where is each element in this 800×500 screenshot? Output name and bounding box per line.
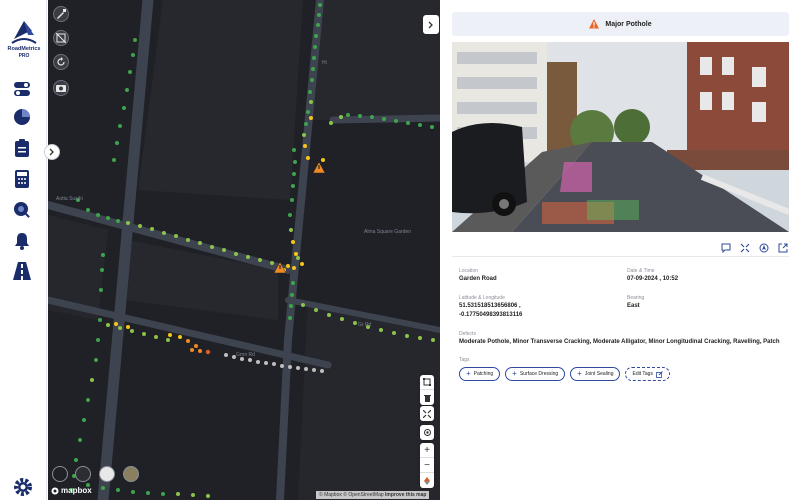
street-label: Grnn Rd [236, 352, 255, 358]
latitude-value: 51.531518513656806 , [459, 303, 521, 309]
brand-name: RoadMetrics [7, 46, 40, 52]
datetime-label: Date & Time [627, 268, 655, 274]
chevron-right-icon [428, 21, 433, 28]
edit-icon [656, 370, 663, 378]
pie-chart-icon[interactable] [11, 106, 33, 128]
tag-surface-dressing[interactable]: + Surface Dressing [505, 367, 566, 381]
bearing-value: East [627, 303, 640, 309]
defect-title: Major Pothole [605, 20, 652, 28]
logo-mark: RoadMetrics [7, 21, 41, 52]
warning-icon [589, 19, 600, 29]
zoom-out-icon[interactable]: − [420, 458, 434, 473]
tag-joint-sealing[interactable]: + Joint Sealing [570, 367, 621, 381]
zoom-controls: + − [420, 443, 434, 488]
location-value: Garden Road [459, 276, 497, 282]
defect-header: Major Pothole [452, 12, 789, 36]
place-label: Alma Square Garden [364, 229, 411, 235]
defect-detail-panel: Major Pothole Location Garden Road Date … [441, 0, 800, 500]
brand-tier: PRO [18, 53, 30, 59]
tags-list: + Patching + Surface Dressing + Joint Seali… [459, 367, 670, 381]
zoom-in-icon[interactable]: + [420, 443, 434, 458]
edit-tags-button[interactable]: Edit Tags [625, 367, 670, 381]
toggle-icon[interactable] [11, 78, 33, 100]
tags-label: Tags [459, 357, 470, 363]
map-search-icon[interactable] [11, 199, 33, 221]
sidebar: RoadMetrics PRO [0, 0, 47, 500]
rotate-icon[interactable] [53, 54, 69, 70]
locate-icon[interactable] [420, 425, 434, 440]
map-style-dark[interactable] [52, 466, 68, 482]
bell-icon[interactable] [11, 230, 33, 252]
mapbox-attribution-link[interactable]: © Mapbox [319, 492, 342, 498]
external-link-icon[interactable] [778, 240, 788, 253]
defect-photo[interactable] [452, 42, 789, 232]
trash-icon[interactable] [420, 390, 434, 405]
mapbox-logo[interactable]: mapbox [51, 486, 92, 495]
location-label: Location [459, 268, 478, 274]
roadmetrics-logo[interactable]: RoadMetrics PRO [6, 13, 42, 59]
map-style-night[interactable] [75, 466, 91, 482]
plus-icon: + [577, 369, 582, 378]
chevron-right-icon [49, 148, 54, 156]
geolocate-control [420, 425, 434, 440]
collapse-icon[interactable] [420, 406, 434, 421]
defects-value: Moderate Pothole, Minor Transverse Crack… [459, 339, 780, 345]
divider [452, 256, 789, 257]
navigate-icon[interactable] [759, 240, 769, 253]
osm-attribution-link[interactable]: © OpenStreetMap [343, 492, 383, 498]
street-label: Gr Rd [358, 322, 372, 328]
datetime-value: 07-09-2024 , 10:52 [627, 276, 679, 282]
calculator-icon[interactable] [11, 168, 33, 190]
improve-map-link[interactable]: Improve this map [385, 492, 426, 498]
map-attribution: © Mapbox © OpenStreetMap Improve this ma… [316, 491, 430, 499]
gear-icon[interactable] [13, 477, 33, 497]
fullscreen-icon[interactable] [740, 240, 750, 253]
compass-icon[interactable] [420, 473, 434, 488]
street-label: Hi [322, 60, 327, 66]
tag-patching[interactable]: + Patching [459, 367, 501, 381]
mapbox-logo-text: mapbox [61, 486, 92, 495]
expand-sidebar-button[interactable] [44, 144, 60, 160]
latlng-label: Latitude & Longitude [459, 295, 505, 301]
comment-icon[interactable] [721, 240, 731, 254]
plus-icon: + [466, 369, 471, 378]
bearing-label: Bearing [627, 295, 645, 301]
street-label: Aotta Susihi [56, 196, 83, 202]
defects-label: Defects [459, 331, 476, 337]
collapse-panel-button[interactable] [423, 15, 439, 34]
brush-icon[interactable] [53, 6, 69, 22]
plus-icon: + [512, 369, 517, 378]
map-style-light[interactable] [99, 466, 115, 482]
map-view[interactable]: Aotta Susihi Alma Square Garden Hi Gr Rd… [48, 0, 440, 500]
photo-actions [721, 240, 788, 254]
layers-off-icon[interactable] [53, 30, 69, 46]
draw-controls [420, 375, 434, 405]
camera-icon[interactable] [53, 80, 69, 96]
polygon-icon[interactable] [420, 375, 434, 390]
view-controls [420, 406, 434, 421]
map-canvas[interactable] [48, 0, 440, 500]
clipboard-icon[interactable] [11, 137, 33, 159]
longitude-value: -0.17750498393813116 [459, 312, 523, 318]
road-icon[interactable] [11, 260, 33, 282]
map-style-satellite[interactable] [123, 466, 139, 482]
